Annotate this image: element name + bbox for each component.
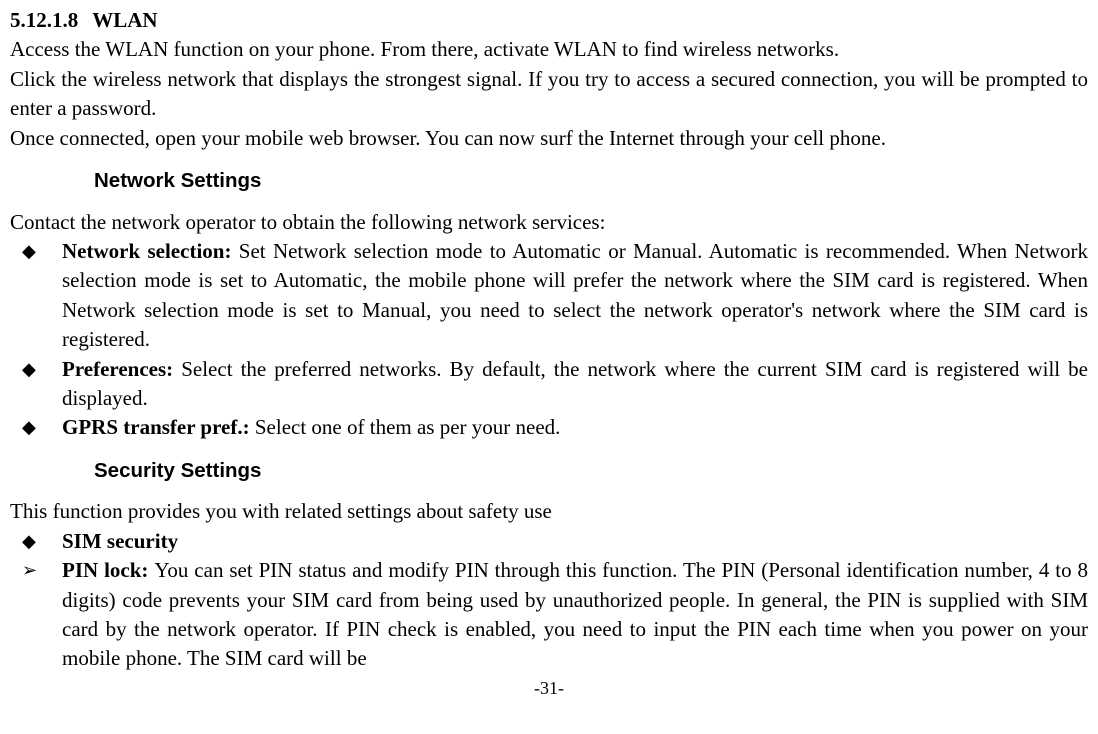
list-item: Network selection: Set Network selection… bbox=[10, 237, 1088, 355]
item-text: Select one of them as per your need. bbox=[255, 415, 561, 439]
item-label: Network selection: bbox=[62, 239, 239, 263]
list-item: Preferences: Select the preferred networ… bbox=[10, 355, 1088, 414]
pin-lock-text: You can set PIN status and modify PIN th… bbox=[62, 558, 1088, 670]
section-heading: 5.12.1.8 WLAN bbox=[10, 6, 1088, 35]
section-number: 5.12.1.8 bbox=[10, 6, 78, 35]
item-label: Preferences: bbox=[62, 357, 181, 381]
list-item: PIN lock: You can set PIN status and mod… bbox=[10, 556, 1088, 674]
security-list: SIM security bbox=[10, 527, 1088, 556]
network-settings-heading: Network Settings bbox=[94, 167, 1088, 196]
list-item: GPRS transfer pref.: Select one of them … bbox=[10, 413, 1088, 442]
security-intro: This function provides you with related … bbox=[10, 497, 1088, 526]
item-label: GPRS transfer pref.: bbox=[62, 415, 255, 439]
wlan-paragraph-3: Once connected, open your mobile web bro… bbox=[10, 124, 1088, 153]
wlan-paragraph-2: Click the wireless network that displays… bbox=[10, 65, 1088, 124]
network-list: Network selection: Set Network selection… bbox=[10, 237, 1088, 443]
wlan-paragraph-1: Access the WLAN function on your phone. … bbox=[10, 35, 1088, 64]
section-title: WLAN bbox=[92, 8, 157, 32]
pin-lock-label: PIN lock: bbox=[62, 558, 154, 582]
sim-security-label: SIM security bbox=[62, 529, 178, 553]
item-text: Select the preferred networks. By defaul… bbox=[62, 357, 1088, 410]
security-sublist: PIN lock: You can set PIN status and mod… bbox=[10, 556, 1088, 674]
security-settings-heading: Security Settings bbox=[94, 457, 1088, 486]
network-intro: Contact the network operator to obtain t… bbox=[10, 208, 1088, 237]
page-number: -31- bbox=[10, 676, 1088, 701]
list-item: SIM security bbox=[10, 527, 1088, 556]
